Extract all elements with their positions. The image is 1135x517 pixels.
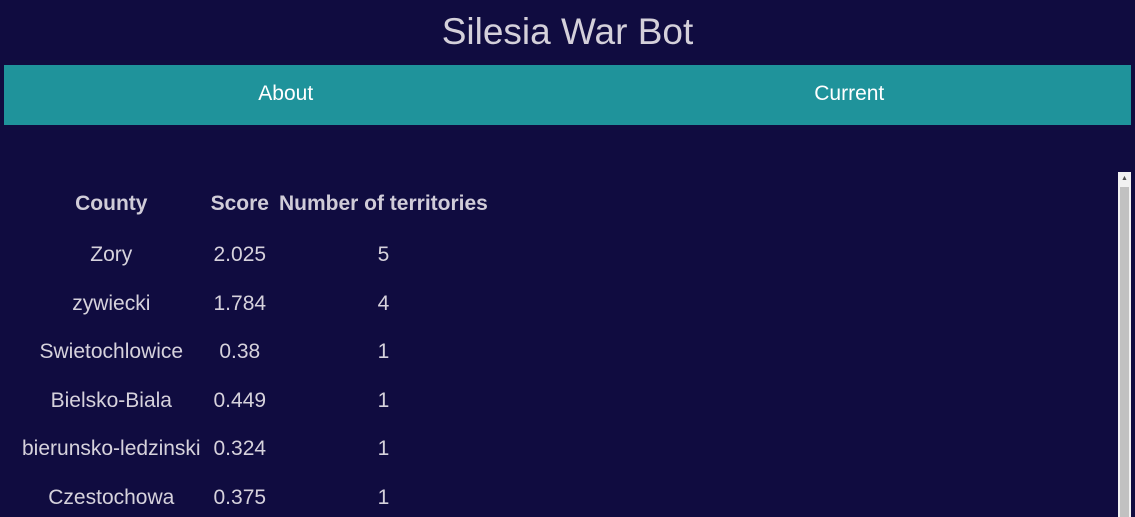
scores-table-container: County Score Number of territories Zory … bbox=[12, 176, 1116, 517]
column-header-territories: Number of territories bbox=[278, 191, 488, 215]
table-scrollbar[interactable]: ▲ bbox=[1118, 172, 1131, 517]
page-title: Silesia War Bot bbox=[441, 11, 694, 52]
score-cell: 1.784 bbox=[213, 291, 267, 315]
scrollbar-thumb[interactable] bbox=[1120, 187, 1129, 517]
navbar: About Current bbox=[4, 65, 1131, 125]
county-cell: Bielsko-Biala bbox=[50, 388, 172, 412]
territories-cell: 1 bbox=[377, 340, 390, 364]
score-cell: 0.449 bbox=[213, 388, 267, 412]
territories-cell: 1 bbox=[377, 388, 390, 412]
score-cell: 0.324 bbox=[213, 437, 267, 461]
column-header-county: County bbox=[75, 191, 148, 215]
county-cell: Swietochlowice bbox=[39, 340, 184, 364]
score-cell: 2.025 bbox=[213, 243, 267, 267]
table-row: Swietochlowice 0.38 1 bbox=[22, 328, 488, 377]
territories-cell: 4 bbox=[377, 291, 390, 315]
table-row: Zory 2.025 5 bbox=[22, 231, 488, 280]
table-row: Bielsko-Biala 0.449 1 bbox=[22, 377, 488, 426]
nav-about-link[interactable]: About bbox=[4, 65, 568, 125]
score-cell: 0.38 bbox=[219, 340, 261, 364]
table-row: bierunsko-ledzinski 0.324 1 bbox=[22, 425, 488, 474]
table-row: Czestochowa 0.375 1 bbox=[22, 474, 488, 517]
territories-cell: 1 bbox=[377, 485, 390, 509]
territories-cell: 5 bbox=[377, 243, 390, 267]
county-cell: bierunsko-ledzinski bbox=[22, 437, 201, 461]
chevron-up-icon[interactable]: ▲ bbox=[1118, 172, 1131, 186]
column-header-score: Score bbox=[210, 191, 269, 215]
table-header-row: County Score Number of territories bbox=[22, 176, 488, 231]
county-cell: Czestochowa bbox=[48, 485, 175, 509]
county-cell: zywiecki bbox=[72, 291, 151, 315]
scores-table: County Score Number of territories Zory … bbox=[12, 176, 498, 517]
nav-current-link[interactable]: Current bbox=[568, 65, 1132, 125]
score-cell: 0.375 bbox=[213, 485, 267, 509]
county-cell: Zory bbox=[90, 243, 133, 267]
territories-cell: 1 bbox=[377, 437, 390, 461]
table-row: zywiecki 1.784 4 bbox=[22, 280, 488, 329]
